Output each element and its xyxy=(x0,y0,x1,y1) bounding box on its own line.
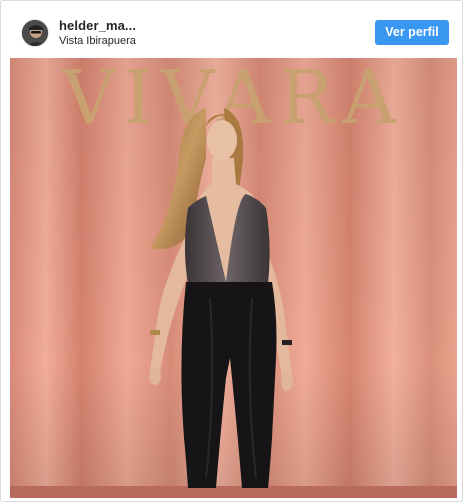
username[interactable]: helder_ma... xyxy=(59,18,136,33)
view-profile-button[interactable]: Ver perfil xyxy=(375,20,449,45)
avatar-image xyxy=(22,20,48,46)
post-photo-image: VIVARA xyxy=(10,58,457,498)
post-header: helder_ma... Vista Ibirapuera Ver perfil xyxy=(1,1,462,58)
instagram-embed: helder_ma... Vista Ibirapuera Ver perfil xyxy=(0,0,463,502)
location-link[interactable]: Vista Ibirapuera xyxy=(59,35,136,47)
post-photo[interactable]: VIVARA xyxy=(10,58,457,498)
avatar[interactable] xyxy=(21,19,49,47)
